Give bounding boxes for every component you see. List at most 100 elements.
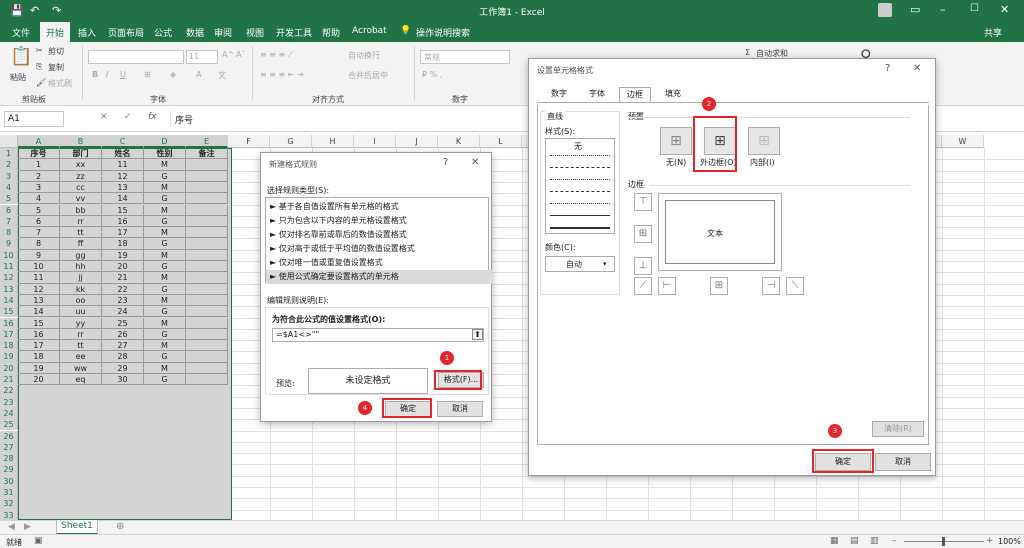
border-top-icon[interactable]: ⊤	[634, 193, 652, 211]
menu-home[interactable]: 开始	[40, 22, 71, 42]
row-header[interactable]: 13	[0, 283, 18, 295]
tab-number[interactable]: 数字	[543, 87, 575, 102]
tell-me-search[interactable]: 操作说明搜索	[416, 26, 470, 39]
data-cell[interactable]	[186, 215, 228, 228]
data-cell[interactable]: cc	[60, 181, 102, 194]
sheet-tab-sheet1[interactable]: Sheet1	[56, 520, 98, 535]
name-box[interactable]: A1	[4, 111, 64, 127]
copy-icon[interactable]: ⎘	[36, 62, 42, 72]
data-cell[interactable]: ee	[60, 351, 102, 363]
data-cell[interactable]: 23	[102, 294, 144, 307]
data-cell[interactable]: bb	[60, 204, 102, 216]
line-style-option[interactable]	[550, 215, 610, 216]
zoom-slider-handle[interactable]	[942, 537, 945, 546]
row-header[interactable]: 27	[0, 441, 18, 454]
help-icon[interactable]: ?	[443, 157, 448, 168]
row-header[interactable]: 31	[0, 487, 18, 499]
confirm-entry-icon[interactable]: ✓	[124, 112, 132, 122]
minimize-icon[interactable]: –	[940, 3, 946, 16]
data-cell[interactable]: 15	[102, 204, 144, 216]
rule-type-item[interactable]: ► 仅对排名靠前或靠后的数值设置格式	[266, 228, 492, 242]
paste-button[interactable]: 粘贴	[10, 72, 26, 83]
data-cell[interactable]: M	[144, 227, 186, 239]
menu-formulas[interactable]: 公式	[154, 26, 172, 39]
data-cell[interactable]: 13	[102, 181, 144, 194]
data-cell[interactable]: 25	[102, 317, 144, 329]
row-header[interactable]: 21	[0, 374, 18, 386]
tab-fill[interactable]: 填充	[657, 87, 689, 102]
format-help-icon[interactable]: ?	[885, 63, 890, 74]
menu-page-layout[interactable]: 页面布局	[108, 26, 144, 39]
data-cell[interactable]	[186, 362, 228, 374]
row-header[interactable]: 24	[0, 407, 18, 420]
column-header[interactable]: C	[102, 135, 144, 148]
bold-icon[interactable]: B	[92, 70, 98, 79]
data-cell[interactable]: M	[144, 204, 186, 216]
data-cell[interactable]: M	[144, 181, 186, 194]
data-cell[interactable]: 26	[102, 328, 144, 341]
row-header[interactable]: 16	[0, 317, 18, 329]
rule-type-list[interactable]: ► 基于各自值设置所有单元格的格式 ► 只为包含以下内容的单元格设置格式 ► 仅…	[265, 197, 492, 284]
row-header[interactable]: 22	[0, 385, 18, 397]
data-cell[interactable]: 16	[18, 328, 60, 341]
data-cell[interactable]: 10	[18, 261, 60, 273]
column-header[interactable]: H	[312, 135, 354, 148]
row-header[interactable]: 7	[0, 215, 18, 228]
shrink-font-icon[interactable]: Aˇ	[236, 50, 245, 59]
autosum-icon[interactable]: Σ	[745, 48, 750, 57]
data-cell[interactable]: 18	[102, 238, 144, 250]
tab-border[interactable]: 边框	[619, 87, 651, 102]
border-left-icon[interactable]: ⊢	[658, 277, 676, 295]
line-style-list[interactable]: 无	[545, 138, 615, 234]
font-size-select[interactable]: 11	[186, 50, 218, 64]
row-header[interactable]: 14	[0, 294, 18, 307]
data-cell[interactable]: 14	[102, 193, 144, 205]
column-header[interactable]: B	[60, 135, 102, 148]
border-preview[interactable]: 文本	[658, 193, 782, 271]
border-right-icon[interactable]: ⊣	[762, 277, 780, 295]
collapse-dialog-icon[interactable]: ⬆	[472, 329, 483, 340]
data-cell[interactable]	[186, 170, 228, 182]
data-cell[interactable]: 11	[18, 272, 60, 284]
data-cell[interactable]: 5	[18, 204, 60, 216]
rule-formula-input[interactable]: =$A1<>""	[272, 328, 484, 342]
data-cell[interactable]	[186, 317, 228, 329]
data-cell[interactable]: 17	[18, 340, 60, 352]
chevron-down-icon[interactable]: ▾	[603, 260, 607, 268]
data-cell[interactable]: ff	[60, 238, 102, 250]
copy-button[interactable]: 复制	[48, 62, 64, 73]
column-header[interactable]: K	[438, 135, 480, 148]
data-cell[interactable]	[186, 294, 228, 307]
row-header[interactable]: 18	[0, 340, 18, 352]
row-header[interactable]: 9	[0, 238, 18, 250]
data-cell[interactable]: G	[144, 374, 186, 386]
data-cell[interactable]: rr	[60, 328, 102, 341]
row-header[interactable]: 12	[0, 272, 18, 284]
data-cell[interactable]	[186, 328, 228, 341]
data-cell[interactable]: G	[144, 351, 186, 363]
italic-icon[interactable]: I	[106, 70, 108, 79]
data-cell[interactable]: zz	[60, 170, 102, 182]
data-cell[interactable]	[186, 283, 228, 295]
data-cell[interactable]: G	[144, 328, 186, 341]
font-name-select[interactable]	[88, 50, 184, 64]
data-cell[interactable]: eq	[60, 374, 102, 386]
align-left-icon[interactable]: ≡ ≡ ≡ ⇤ ⇥	[260, 70, 304, 79]
close-icon[interactable]: ✕	[1000, 3, 1009, 16]
data-cell[interactable]: jj	[60, 272, 102, 284]
next-sheet-icon[interactable]: ▶	[24, 522, 31, 532]
header-cell[interactable]: 性别	[144, 148, 186, 160]
data-cell[interactable]: M	[144, 159, 186, 171]
data-cell[interactable]: 19	[102, 249, 144, 261]
data-cell[interactable]: G	[144, 238, 186, 250]
data-cell[interactable]: 18	[18, 351, 60, 363]
row-header[interactable]: 3	[0, 170, 18, 182]
avatar[interactable]	[878, 3, 892, 17]
ribbon-display-icon[interactable]: ▭	[910, 3, 920, 16]
data-cell[interactable]: G	[144, 193, 186, 205]
row-header[interactable]: 17	[0, 328, 18, 341]
row-header[interactable]: 2	[0, 159, 18, 171]
data-cell[interactable]: G	[144, 170, 186, 182]
menu-data[interactable]: 数据	[186, 26, 204, 39]
data-cell[interactable]: 29	[102, 362, 144, 374]
